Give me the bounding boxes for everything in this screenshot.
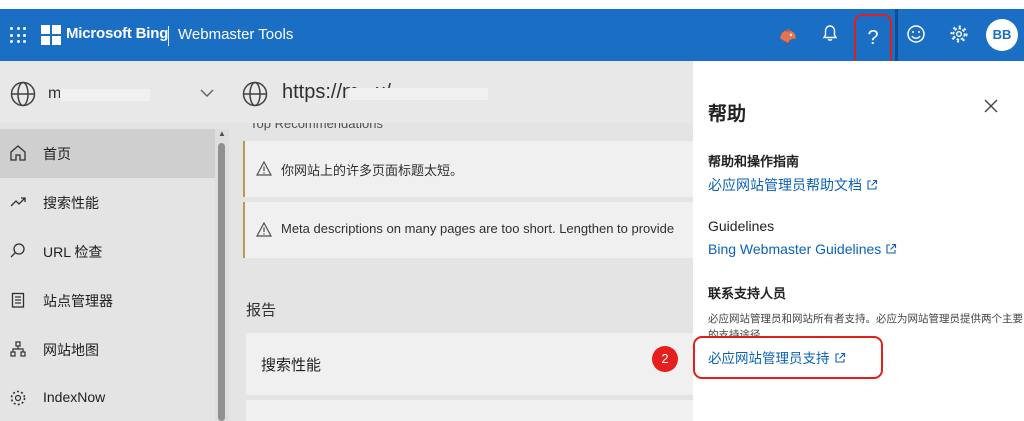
guidelines-link-label: Bing Webmaster Guidelines [708, 241, 882, 257]
smiley-icon[interactable] [906, 24, 926, 44]
top-bar-frame: Microsoft Bing Webmaster Tools ? BB [0, 0, 1024, 69]
contact-support-section-title: 联系支持人员 [708, 286, 787, 301]
help-section-title: 帮助和操作指南 [708, 154, 800, 169]
brand-name[interactable]: Microsoft Bing [66, 25, 168, 42]
close-icon[interactable] [984, 99, 998, 113]
annotation-highlight-box [693, 336, 883, 379]
product-name[interactable]: Webmaster Tools [178, 26, 293, 43]
app-launcher-icon[interactable] [10, 27, 26, 43]
guidelines-link[interactable]: Bing Webmaster Guidelines [708, 241, 897, 257]
microsoft-logo-icon [41, 25, 61, 45]
header-divider [168, 26, 169, 46]
guidelines-section-title: Guidelines [708, 218, 775, 234]
bell-icon[interactable] [822, 24, 838, 42]
header-bar: Microsoft Bing Webmaster Tools ? BB [0, 9, 1024, 69]
help-panel-title: 帮助 [708, 104, 747, 125]
help-icon: ? [867, 27, 879, 49]
help-docs-link[interactable]: 必应网站管理员帮助文档 [708, 175, 878, 195]
gear-icon[interactable] [949, 24, 969, 44]
help-docs-link-label: 必应网站管理员帮助文档 [708, 177, 862, 193]
modal-dim-overlay [0, 61, 693, 421]
external-link-icon [886, 243, 897, 254]
annotation-step-2-badge: 2 [652, 346, 678, 372]
avatar[interactable]: BB [986, 19, 1018, 51]
external-link-icon [867, 179, 878, 190]
rewards-bird-icon[interactable] [777, 26, 799, 46]
contact-support-description: 必应网站管理员和网站所有者支持。必应为网站管理员提供两个主要的支持途径 [708, 313, 1023, 336]
header-panel-separator [895, 9, 898, 61]
